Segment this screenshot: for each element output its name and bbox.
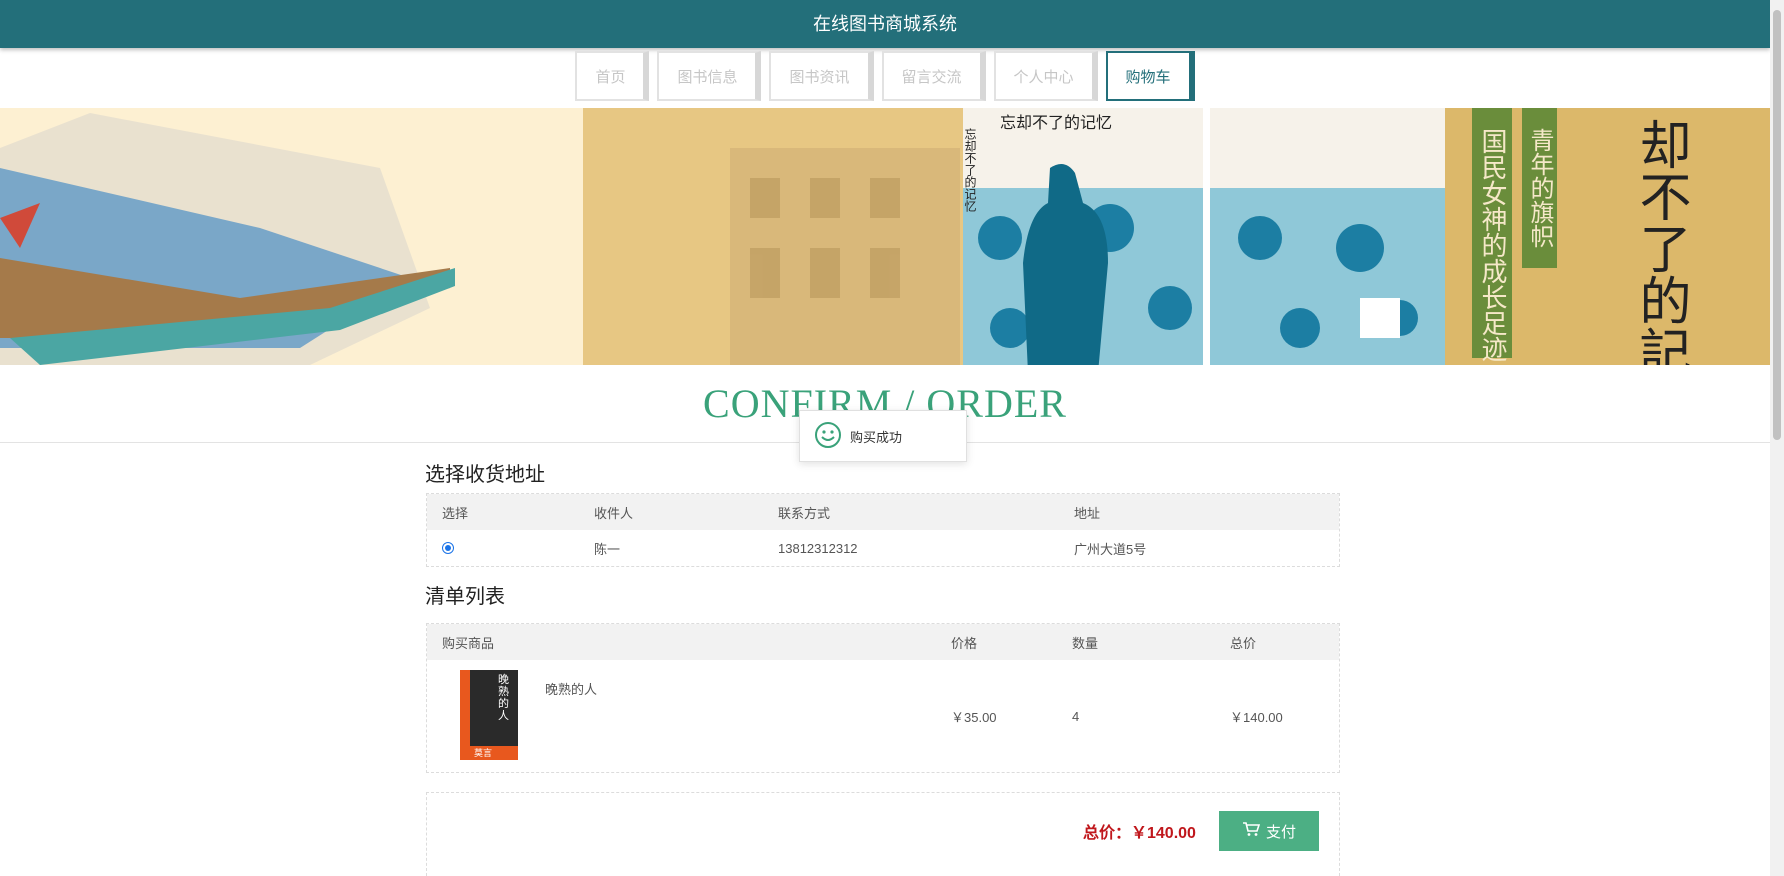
scrollbar-thumb[interactable] <box>1773 10 1781 440</box>
nav-book-info[interactable]: 图书信息 <box>657 51 762 101</box>
pay-button[interactable]: 支付 <box>1219 811 1319 851</box>
nav-personal-center[interactable]: 个人中心 <box>993 51 1098 101</box>
nav-book-news[interactable]: 图书资讯 <box>769 51 874 101</box>
item-price: ￥35.00 <box>951 709 997 725</box>
checkout-bar: 总价：￥140.00 支付 <box>426 792 1340 876</box>
order-total: 总价：￥140.00 <box>1083 825 1196 842</box>
banner-cover-title: 忘却不了的记忆 <box>1000 113 1112 132</box>
site-header: 在线图书商城系统 <box>0 0 1770 48</box>
banner-strip-line1: 国民女神的成长足迹 <box>1477 128 1507 362</box>
item-total: ￥140.00 <box>1230 709 1283 725</box>
main-nav: 首页 图书信息 图书资讯 留言交流 个人中心 购物车 <box>0 51 1770 105</box>
address-row[interactable]: 陈一 13812312312 广州大道5号 <box>427 530 1339 566</box>
address-table-header: 选择 收件人 联系方式 地址 <box>427 494 1339 530</box>
success-toast: 购买成功 <box>799 410 967 462</box>
banner-strip-line2: 青年的旗帜 <box>1526 128 1554 248</box>
site-title: 在线图书商城系统 <box>813 14 957 34</box>
header-select: 选择 <box>442 505 469 521</box>
recipient-name: 陈一 <box>594 541 621 557</box>
recipient-address: 广州大道5号 <box>1074 541 1147 557</box>
address-radio[interactable] <box>442 542 454 554</box>
order-table: 购买商品 价格 数量 总价 晚熟的人 莫言 晚熟的人 ￥35.00 4 ￥140… <box>426 623 1340 773</box>
book-cover-image[interactable]: 晚熟的人 莫言 <box>460 670 518 760</box>
order-item-row: 晚熟的人 莫言 晚熟的人 ￥35.00 4 ￥140.00 <box>427 660 1339 772</box>
order-table-header: 购买商品 价格 数量 总价 <box>427 624 1339 660</box>
header-recipient: 收件人 <box>594 505 634 521</box>
header-product: 购买商品 <box>442 635 495 651</box>
pay-button-label: 支付 <box>1265 823 1296 841</box>
cart-icon <box>1242 821 1261 841</box>
book-cover-title: 晚熟的人 <box>498 673 509 722</box>
recipient-phone: 13812312312 <box>778 540 858 556</box>
header-price: 价格 <box>951 635 978 651</box>
smile-icon <box>814 421 842 452</box>
page-scrollbar[interactable] <box>1770 0 1784 876</box>
address-table: 选择 收件人 联系方式 地址 陈一 13812312312 广州大道5号 <box>426 493 1340 567</box>
hero-banner: 忘却不了的记忆 忘却不了的记忆 国民女神的成长足迹 青年的旗帜 却不了的記憶 <box>0 108 1770 365</box>
header-quantity: 数量 <box>1072 635 1099 651</box>
header-total: 总价 <box>1230 635 1257 651</box>
nav-message-board[interactable]: 留言交流 <box>881 51 986 101</box>
toast-message: 购买成功 <box>850 429 903 445</box>
address-section-title: 选择收货地址 <box>425 464 545 486</box>
nav-shopping-cart[interactable]: 购物车 <box>1105 51 1195 101</box>
order-section-title: 清单列表 <box>425 586 505 608</box>
header-address: 地址 <box>1074 505 1101 521</box>
banner-calligraphy: 却不了的記憶 <box>1630 118 1690 365</box>
banner-image: 忘却不了的记忆 忘却不了的记忆 国民女神的成长足迹 青年的旗帜 却不了的記憶 <box>0 108 1770 365</box>
nav-home[interactable]: 首页 <box>575 51 650 101</box>
banner-spine-text: 忘却不了的记忆 <box>963 127 977 213</box>
item-quantity: 4 <box>1072 708 1080 724</box>
header-phone: 联系方式 <box>778 505 831 521</box>
product-name[interactable]: 晚熟的人 <box>545 678 597 698</box>
book-cover-author: 莫言 <box>474 748 493 758</box>
